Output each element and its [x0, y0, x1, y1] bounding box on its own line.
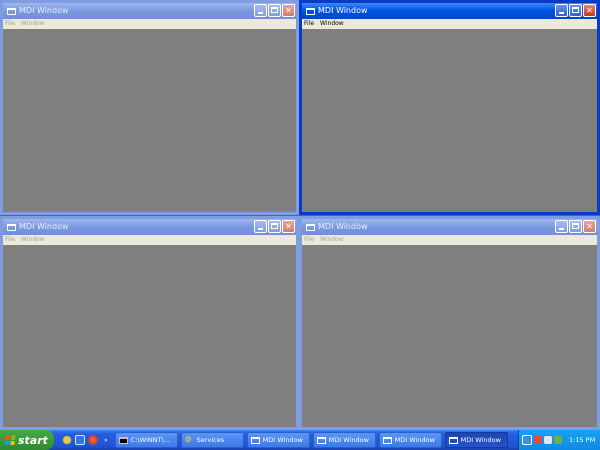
minimize-icon	[258, 228, 263, 230]
window-icon	[448, 436, 458, 444]
network-icon[interactable]	[522, 435, 532, 445]
close-icon: ✕	[586, 6, 593, 15]
chevron-icon[interactable]: »	[104, 437, 108, 444]
window-title: MDI Window	[318, 6, 368, 15]
menu-bar: File Window	[302, 19, 597, 29]
media-icon[interactable]	[88, 435, 98, 445]
close-icon: ✕	[285, 222, 292, 231]
task-button-mdi-window-active[interactable]: MDI Window	[444, 432, 508, 448]
minimize-button[interactable]	[555, 4, 568, 17]
windows-logo-icon	[4, 435, 16, 445]
close-button[interactable]: ✕	[583, 4, 596, 17]
minimize-icon	[559, 228, 564, 230]
start-button[interactable]: start	[0, 430, 54, 450]
close-icon: ✕	[586, 222, 593, 231]
task-label: MDI Window	[262, 436, 303, 444]
monitor-icon[interactable]	[554, 436, 562, 444]
task-button-services[interactable]: ⚙ Services	[180, 432, 244, 448]
window-icon	[7, 7, 16, 15]
task-label: MDI Window	[460, 436, 501, 444]
start-label: start	[18, 433, 48, 447]
mdi-window-2[interactable]: MDI Window ✕ File Window	[299, 0, 600, 215]
window-icon	[316, 436, 326, 444]
task-label: MDI Window	[328, 436, 369, 444]
menu-file[interactable]: File	[5, 19, 15, 29]
maximize-button[interactable]	[268, 220, 281, 233]
services-icon: ⚙	[184, 434, 192, 444]
cmd-icon	[118, 436, 128, 444]
window-icon	[306, 7, 315, 15]
speaker-icon[interactable]	[544, 436, 552, 444]
menu-bar: File Window	[3, 19, 296, 29]
maximize-icon	[572, 223, 579, 229]
mdi-window-4[interactable]: MDI Window ✕ File Window	[299, 216, 600, 430]
mdi-window-1[interactable]: MDI Window ✕ File Window	[0, 0, 299, 215]
task-list: C:\WINNT\... ⚙ Services MDI Window MDI W…	[114, 432, 508, 448]
window-title: MDI Window	[19, 6, 69, 15]
title-bar[interactable]: MDI Window ✕	[302, 219, 597, 235]
menu-file[interactable]: File	[304, 235, 314, 245]
close-icon: ✕	[285, 6, 292, 15]
title-bar[interactable]: MDI Window ✕	[3, 219, 296, 235]
title-bar[interactable]: MDI Window ✕	[302, 3, 597, 19]
maximize-icon	[271, 223, 278, 229]
task-button-mdi-window[interactable]: MDI Window	[312, 432, 376, 448]
menu-bar: File Window	[302, 235, 597, 245]
quick-launch: »	[62, 435, 108, 445]
security-icon[interactable]	[534, 436, 542, 444]
menu-window[interactable]: Window	[320, 235, 344, 245]
window-icon	[7, 223, 16, 231]
close-button[interactable]: ✕	[282, 220, 295, 233]
minimize-icon	[559, 12, 564, 14]
task-button-cmd[interactable]: C:\WINNT\...	[114, 432, 178, 448]
menu-bar: File Window	[3, 235, 296, 245]
close-button[interactable]: ✕	[583, 220, 596, 233]
menu-file[interactable]: File	[304, 19, 314, 29]
system-tray: 1:15 PM	[518, 430, 600, 450]
title-bar[interactable]: MDI Window ✕	[3, 3, 296, 19]
task-label: Services	[196, 436, 225, 444]
desktop-icon[interactable]	[75, 435, 85, 445]
window-icon	[250, 436, 260, 444]
close-button[interactable]: ✕	[282, 4, 295, 17]
maximize-button[interactable]	[268, 4, 281, 17]
task-label: C:\WINNT\...	[130, 436, 171, 444]
menu-window[interactable]: Window	[21, 235, 45, 245]
window-icon	[382, 436, 392, 444]
mdi-window-3[interactable]: MDI Window ✕ File Window	[0, 216, 299, 430]
maximize-icon	[271, 7, 278, 13]
window-title: MDI Window	[19, 222, 69, 231]
maximize-icon	[572, 7, 579, 13]
maximize-button[interactable]	[569, 4, 582, 17]
maximize-button[interactable]	[569, 220, 582, 233]
minimize-button[interactable]	[254, 220, 267, 233]
clock[interactable]: 1:15 PM	[569, 436, 595, 444]
minimize-button[interactable]	[555, 220, 568, 233]
menu-file[interactable]: File	[5, 235, 15, 245]
task-label: MDI Window	[394, 436, 435, 444]
minimize-button[interactable]	[254, 4, 267, 17]
task-button-mdi-window[interactable]: MDI Window	[378, 432, 442, 448]
menu-window[interactable]: Window	[320, 19, 344, 29]
ie-icon[interactable]	[62, 435, 72, 445]
window-title: MDI Window	[318, 222, 368, 231]
taskbar: start » C:\WINNT\... ⚙ Services MDI Wind…	[0, 430, 600, 450]
minimize-icon	[258, 12, 263, 14]
window-icon	[306, 223, 315, 231]
menu-window[interactable]: Window	[21, 19, 45, 29]
task-button-mdi-window[interactable]: MDI Window	[246, 432, 310, 448]
